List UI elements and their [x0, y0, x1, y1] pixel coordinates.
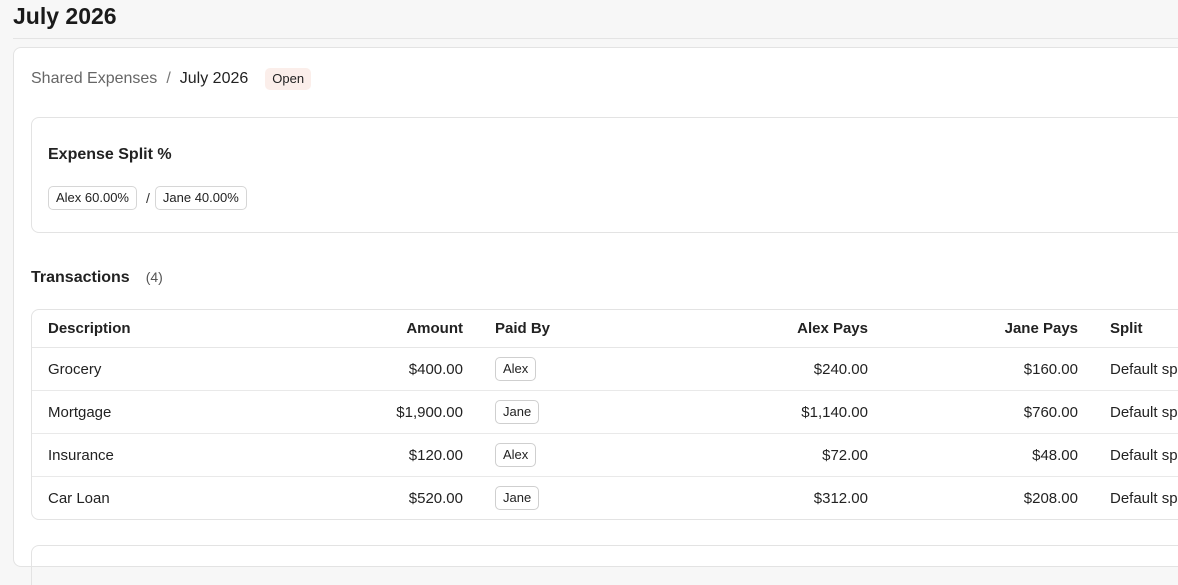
cell-paid-by: Alex: [463, 433, 695, 477]
cell-amount: $120.00: [274, 433, 463, 477]
transactions-heading: Transactions (4): [31, 269, 163, 287]
column-header-description: Description: [32, 310, 274, 348]
transactions-count: (4): [145, 269, 163, 285]
split-chip-jane: Jane 40.00%: [154, 186, 247, 210]
cell-alex-pays: $312.00: [813, 489, 868, 507]
cell-amount: $520.00: [408, 489, 463, 507]
transactions-table: Description Amount Paid By Alex Pays Jan…: [32, 310, 1178, 519]
month-card: Shared Expenses / July 2026 Open Expense…: [13, 47, 1178, 585]
split-chip-alex: Alex 60.00%: [48, 186, 137, 210]
table-row[interactable]: Grocery $400.00 Alex $240.00 $160.00 Def…: [32, 347, 1178, 391]
cell-split: Default split: [1078, 390, 1178, 434]
cell-description: Car Loan: [48, 489, 110, 507]
page-title: July 2026: [13, 3, 117, 29]
table-header-row: Description Amount Paid By Alex Pays Jan…: [32, 310, 1178, 348]
cell-description: Mortgage: [32, 390, 274, 434]
split-divider: /: [146, 190, 150, 206]
breadcrumb-separator: /: [166, 70, 171, 87]
cell-split: Default split: [1078, 433, 1178, 477]
cell-jane-pays: $760.00: [868, 390, 1078, 434]
column-header-alex-pays: Alex Pays: [695, 310, 868, 348]
cell-jane-pays: $48.00: [868, 433, 1078, 477]
next-section-card: [31, 545, 1178, 585]
cell-split: Default split: [1110, 489, 1178, 507]
transactions-title: Transactions: [31, 269, 130, 286]
table-row[interactable]: Insurance $120.00 Alex $72.00 $48.00 Def…: [32, 433, 1178, 477]
cell-paid-by: Jane: [463, 390, 695, 434]
table-row[interactable]: Mortgage $1,900.00 Jane $1,140.00 $760.0…: [32, 390, 1178, 434]
status-badge: Open: [265, 68, 312, 90]
title-divider: [13, 38, 1178, 39]
payer-badge: Jane: [495, 486, 540, 510]
expense-split-card: Expense Split % Alex 60.00% / Jane 40.00…: [31, 117, 1178, 233]
cell-alex-pays: $240.00: [695, 347, 868, 391]
expense-split-row: Alex 60.00% / Jane 40.00%: [48, 186, 247, 210]
breadcrumb-shared-expenses-link[interactable]: Shared Expenses: [31, 68, 157, 90]
cell-jane-pays: $160.00: [868, 347, 1078, 391]
column-header-jane-pays: Jane Pays: [868, 310, 1078, 348]
cell-paid-by: Jane: [463, 477, 695, 520]
cell-alex-pays: $1,140.00: [695, 390, 868, 434]
cell-amount: $400.00: [274, 347, 463, 391]
cell-alex-pays: $72.00: [695, 433, 868, 477]
cell-amount: $1,900.00: [274, 390, 463, 434]
cell-paid-by: Alex: [463, 347, 695, 391]
column-header-amount: Amount: [274, 310, 463, 348]
column-header-split: Split: [1078, 310, 1178, 348]
payer-badge: Alex: [495, 357, 537, 381]
expense-split-title: Expense Split %: [48, 146, 172, 163]
payer-badge: Alex: [495, 443, 537, 467]
cell-split: Default split: [1078, 347, 1178, 391]
transactions-table-container: Description Amount Paid By Alex Pays Jan…: [31, 309, 1178, 520]
cell-description: Grocery: [32, 347, 274, 391]
payer-badge: Jane: [495, 400, 540, 424]
table-row[interactable]: Car Loan $520.00 Jane $312.00 $208.00 De…: [32, 477, 1178, 520]
breadcrumb: Shared Expenses / July 2026 Open: [31, 68, 312, 90]
column-header-paid-by: Paid By: [463, 310, 695, 348]
breadcrumb-current: July 2026: [179, 70, 249, 87]
cell-description: Insurance: [32, 433, 274, 477]
cell-jane-pays: $208.00: [1023, 489, 1078, 507]
